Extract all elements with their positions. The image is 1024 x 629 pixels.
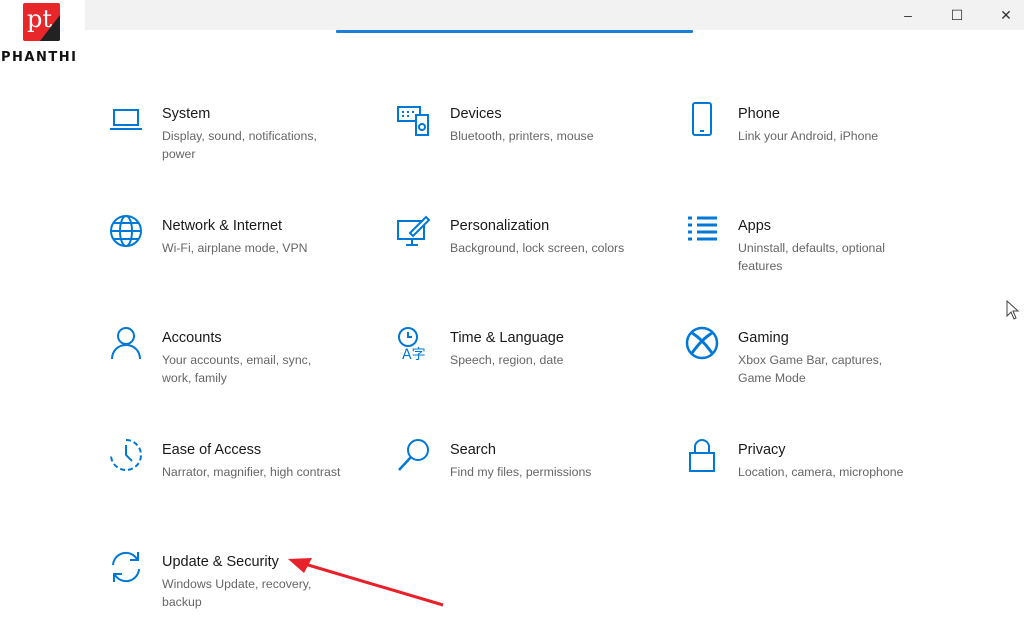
settings-tile-apps[interactable]: Apps Uninstall, defaults, optional featu… [684, 213, 954, 293]
person-icon [111, 327, 141, 360]
close-button[interactable]: ✕ [991, 4, 1021, 26]
mouse-cursor-icon [1006, 300, 1020, 320]
settings-tile-gaming[interactable]: Gaming Xbox Game Bar, captures, Game Mod… [684, 325, 954, 405]
tile-title: Network & Internet [162, 218, 283, 234]
tile-subtitle: Your accounts, email, sync, work, family [162, 353, 312, 385]
logo-brand: PHANTHI [1, 50, 78, 65]
tile-subtitle: Bluetooth, printers, mouse [450, 129, 594, 143]
tile-title: System [162, 106, 211, 122]
tile-subtitle: Uninstall, defaults, optional features [738, 241, 885, 273]
laptop-icon [110, 109, 142, 130]
paint-icon [397, 215, 431, 246]
lock-icon [689, 439, 715, 472]
time-language-icon: A字 [398, 327, 426, 361]
apps-list-icon [688, 216, 717, 241]
logo-text: pt [27, 5, 53, 33]
settings-tile-time-language[interactable]: A字 Time & Language Speech, region, date [396, 325, 666, 405]
tile-title: Update & Security [162, 554, 279, 570]
maximize-button[interactable]: ☐ [942, 4, 972, 26]
settings-tile-ease-of-access[interactable]: Ease of Access Narrator, magnifier, high… [108, 437, 378, 517]
settings-tile-privacy[interactable]: Privacy Location, camera, microphone [684, 437, 954, 517]
settings-tile-devices[interactable]: Devices Bluetooth, printers, mouse [396, 101, 666, 181]
tile-title: Devices [450, 106, 502, 122]
tile-subtitle: Find my files, permissions [450, 465, 592, 479]
tile-title: Privacy [738, 442, 786, 458]
tile-subtitle: Location, camera, microphone [738, 465, 904, 479]
red-arrow-annotation [288, 558, 444, 607]
tile-title: Personalization [450, 218, 550, 234]
tile-title: Gaming [738, 330, 789, 346]
minimize-button[interactable]: – [893, 4, 923, 26]
keyboard-speaker-icon [397, 106, 429, 136]
logo-mark: pt [23, 3, 60, 41]
sync-icon [112, 551, 140, 583]
settings-tile-system[interactable]: System Display, sound, notifications, po… [108, 101, 378, 181]
svg-text:A字: A字 [402, 347, 426, 361]
tile-title: Accounts [162, 330, 222, 346]
settings-tile-search[interactable]: Search Find my files, permissions [396, 437, 666, 517]
globe-icon [110, 215, 142, 247]
tile-title: Time & Language [450, 330, 564, 346]
settings-tile-phone[interactable]: Phone Link your Android, iPhone [684, 101, 954, 181]
tile-title: Search [450, 442, 496, 458]
settings-tile-accounts[interactable]: Accounts Your accounts, email, sync, wor… [108, 325, 378, 405]
tile-subtitle: Wi-Fi, airplane mode, VPN [162, 241, 308, 255]
settings-tile-personalization[interactable]: Personalization Background, lock screen,… [396, 213, 666, 293]
tile-subtitle: Link your Android, iPhone [738, 129, 879, 143]
tile-title: Apps [738, 218, 772, 234]
phone-icon [692, 102, 712, 136]
xbox-icon [685, 326, 719, 360]
phanthi-logo: pt PHANTHI [0, 0, 85, 70]
settings-tile-network-internet[interactable]: Network & Internet Wi-Fi, airplane mode,… [108, 213, 378, 293]
tile-subtitle: Speech, region, date [450, 353, 564, 367]
search-icon [398, 439, 429, 471]
search-box[interactable] [336, 30, 693, 33]
tile-subtitle: Xbox Game Bar, captures, Game Mode [738, 353, 883, 385]
tile-subtitle: Background, lock screen, colors [450, 241, 625, 255]
title-bar [85, 0, 1024, 30]
tile-subtitle: Display, sound, notifications, power [162, 129, 317, 161]
tile-subtitle: Narrator, magnifier, high contrast [162, 465, 341, 479]
ease-of-access-icon [110, 439, 142, 471]
tile-title: Phone [738, 106, 780, 122]
tile-title: Ease of Access [162, 442, 262, 458]
